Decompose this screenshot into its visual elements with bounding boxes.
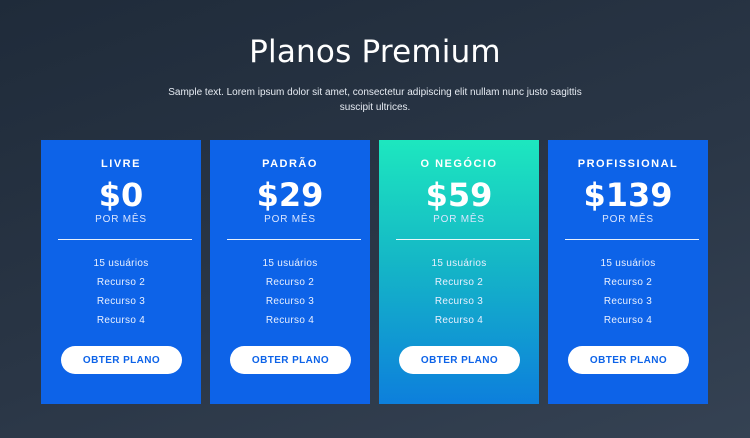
get-plan-button-livre[interactable]: OBTER PLANO (61, 346, 182, 374)
get-plan-button-padrao[interactable]: OBTER PLANO (230, 346, 351, 374)
plan-features: 15 usuários Recurso 2 Recurso 3 Recurso … (41, 254, 201, 330)
plan-name: O NEGÓCIO (420, 158, 498, 170)
plan-price: $139 (583, 176, 673, 214)
plan-divider (396, 239, 530, 240)
plan-card-negocio: O NEGÓCIO $59 POR MÊS 15 usuários Recurs… (379, 140, 539, 404)
plan-price: $29 (256, 176, 324, 214)
plan-feature-item: 15 usuários (431, 258, 487, 269)
plan-period: POR MÊS (264, 214, 316, 225)
plan-price: $0 (98, 176, 144, 214)
plan-features: 15 usuários Recurso 2 Recurso 3 Recurso … (210, 254, 370, 330)
plan-period: POR MÊS (95, 214, 147, 225)
plan-feature-item: Recurso 3 (603, 296, 653, 307)
plan-feature-item: 15 usuários (262, 258, 318, 269)
plan-feature-item: 15 usuários (93, 258, 149, 269)
plan-name: PROFISSIONAL (577, 158, 679, 170)
plan-card-profissional: PROFISSIONAL $139 POR MÊS 15 usuários Re… (548, 140, 708, 404)
plan-feature-item: 15 usuários (600, 258, 656, 269)
plan-feature-item: Recurso 3 (265, 296, 315, 307)
get-plan-button-profissional[interactable]: OBTER PLANO (568, 346, 689, 374)
pricing-plans: LIVRE $0 POR MÊS 15 usuários Recurso 2 R… (41, 140, 710, 404)
plan-feature-item: Recurso 2 (96, 277, 146, 288)
plan-feature-item: Recurso 2 (434, 277, 484, 288)
plan-divider (227, 239, 361, 240)
page-title: Planos Premium (249, 34, 501, 70)
plan-divider (565, 239, 699, 240)
plan-feature-item: Recurso 4 (603, 315, 653, 326)
plan-period: POR MÊS (433, 214, 485, 225)
plan-card-padrao: PADRÃO $29 POR MÊS 15 usuários Recurso 2… (210, 140, 370, 404)
plan-features: 15 usuários Recurso 2 Recurso 3 Recurso … (379, 254, 539, 330)
plan-feature-item: Recurso 3 (434, 296, 484, 307)
plan-period: POR MÊS (602, 214, 654, 225)
plan-feature-item: Recurso 4 (434, 315, 484, 326)
plan-name: LIVRE (101, 158, 141, 170)
plan-feature-item: Recurso 4 (96, 315, 146, 326)
plan-features: 15 usuários Recurso 2 Recurso 3 Recurso … (548, 254, 708, 330)
plan-name: PADRÃO (262, 158, 318, 170)
page-subtitle: Sample text. Lorem ipsum dolor sit amet,… (168, 87, 582, 113)
plan-feature-item: Recurso 4 (265, 315, 315, 326)
plan-feature-item: Recurso 2 (265, 277, 315, 288)
get-plan-button-negocio[interactable]: OBTER PLANO (399, 346, 520, 374)
plan-feature-item: Recurso 2 (603, 277, 653, 288)
plan-divider (58, 239, 192, 240)
plan-card-livre: LIVRE $0 POR MÊS 15 usuários Recurso 2 R… (41, 140, 201, 404)
plan-price: $59 (425, 176, 493, 214)
plan-feature-item: Recurso 3 (96, 296, 146, 307)
